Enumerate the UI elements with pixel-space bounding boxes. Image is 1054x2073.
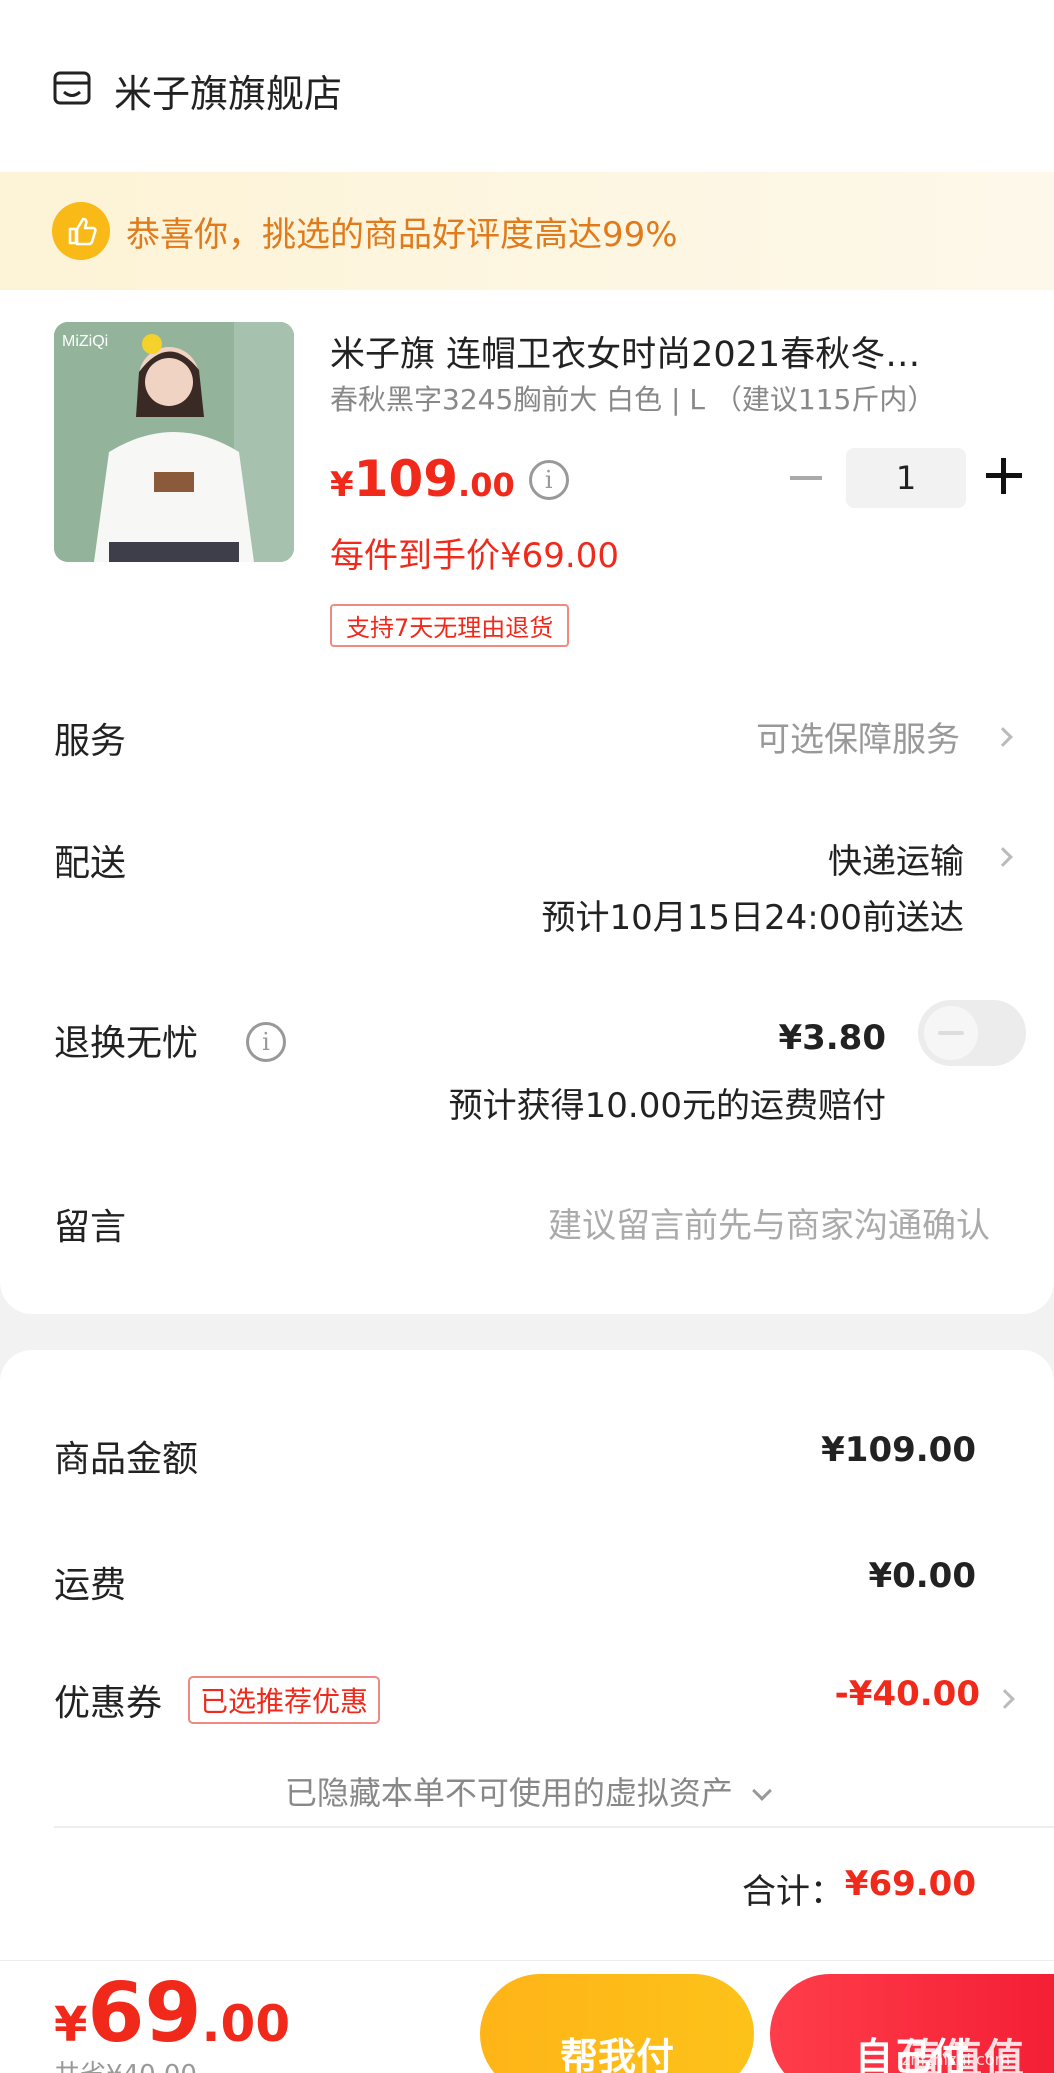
return-insurance-note: 预计获得10.00元的运费赔付 <box>448 1086 886 1126</box>
checkout-price: ¥ 69 .00 <box>54 1966 290 2061</box>
goods-amount-value: ¥109.00 <box>821 1430 976 1470</box>
hidden-assets-toggle[interactable]: 已隐藏本单不可使用的虚拟资产 <box>0 1768 1054 1814</box>
rating-banner: 恭喜你，挑选的商品好评度高达99% <box>0 172 1054 290</box>
message-input[interactable]: 建议留言前先与商家沟通确认 <box>548 1198 990 1247</box>
service-value[interactable]: 可选保障服务 <box>756 712 960 761</box>
return-insurance-label: 退换无忧 <box>54 1023 199 1064</box>
delivery-label: 配送 <box>54 843 127 884</box>
hidden-assets-text: 已隐藏本单不可使用的虚拟资产 <box>284 1774 733 1812</box>
chevron-down-icon <box>752 1781 772 1801</box>
return-policy-badge: 支持7天无理由退货 <box>330 604 570 647</box>
coupon-badge: 已选推荐优惠 <box>188 1676 381 1724</box>
svg-text:MiZiQi: MiZiQi <box>62 333 108 350</box>
shipping-value: ¥0.00 <box>868 1556 976 1596</box>
unit-final-price: 每件到手价¥69.00 <box>330 536 619 576</box>
product-image[interactable]: MiZiQi <box>54 322 294 562</box>
product-price: ¥ 109 .00 i <box>330 450 569 508</box>
banner-text: 恭喜你，挑选的商品好评度高达99% <box>126 214 678 255</box>
quantity-decrease-button[interactable] <box>790 476 822 480</box>
shipping-label: 运费 <box>54 1565 127 1606</box>
total-value: ¥69.00 <box>844 1864 976 1904</box>
message-label: 留言 <box>54 1207 127 1248</box>
goods-amount-label: 商品金额 <box>54 1439 199 1480</box>
delivery-method[interactable]: 快递运输 <box>828 834 964 883</box>
store-header[interactable]: 米子旗旗舰店 <box>52 66 342 116</box>
store-icon <box>52 68 92 112</box>
thumbs-up-icon <box>52 202 110 260</box>
watermark-url: zhizhizhi.com <box>902 2050 1011 2069</box>
checkout-price-symbol: ¥ <box>54 1997 88 2053</box>
quantity-input[interactable]: 1 <box>846 448 966 508</box>
divider <box>54 1826 1054 1828</box>
product-sku[interactable]: 春秋黑字3245胸前大 白色 | L （建议115斤内） <box>330 378 935 418</box>
quantity-increase-button[interactable] <box>986 458 1022 494</box>
checkout-price-decimal: .00 <box>201 1995 291 2053</box>
store-name: 米子旗旗舰店 <box>114 71 343 116</box>
return-insurance-price: ¥3.80 <box>778 1018 886 1058</box>
help-me-pay-button[interactable]: 帮我付 <box>480 1974 754 2073</box>
toggle-knob <box>924 1006 978 1060</box>
coupon-label: 优惠券 <box>54 1683 163 1724</box>
checkout-price-integer: 69 <box>87 1966 202 2061</box>
price-integer: 109 <box>353 450 459 508</box>
return-insurance-info-icon[interactable]: i <box>246 1022 286 1062</box>
coupon-value[interactable]: -¥40.00 <box>835 1674 980 1714</box>
return-insurance-toggle[interactable] <box>918 1000 1026 1066</box>
product-title[interactable]: 米子旗 连帽卫衣女时尚2021春秋冬… <box>330 326 970 377</box>
service-label: 服务 <box>54 721 127 762</box>
total-label: 合计： <box>742 1872 844 1912</box>
price-info-icon[interactable]: i <box>528 460 569 500</box>
price-decimal: .00 <box>458 466 515 504</box>
price-symbol: ¥ <box>330 465 354 505</box>
saved-amount: 共省¥40.00 <box>54 2054 197 2073</box>
delivery-eta: 预计10月15日24:00前送达 <box>541 898 964 938</box>
